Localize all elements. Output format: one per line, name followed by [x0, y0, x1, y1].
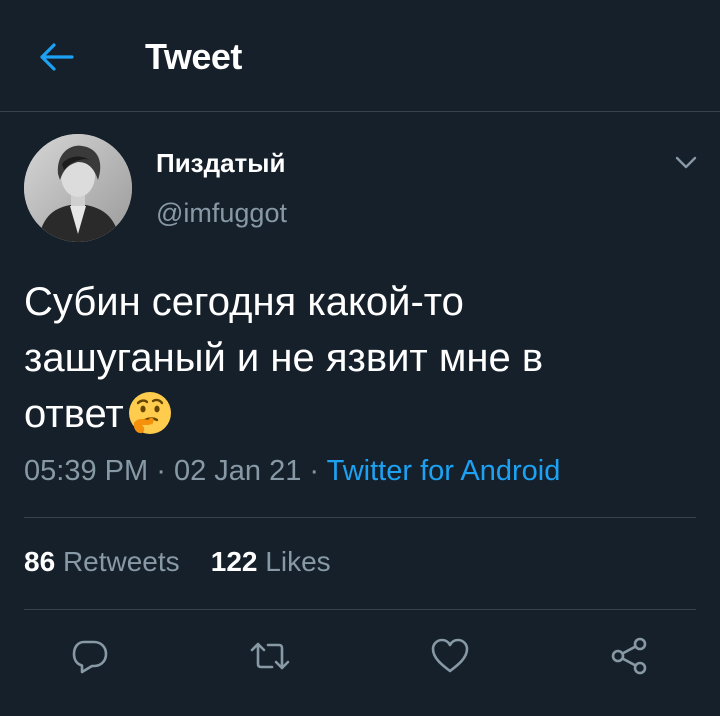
meta-separator-2: ·: [309, 455, 320, 487]
reply-button[interactable]: [64, 630, 116, 682]
meta-separator-1: ·: [156, 455, 166, 487]
tweet-meta: 05:39 PM · 02 Jan 21 · Twitter for Andro…: [24, 455, 560, 488]
tweet-text-content: Субин сегодня какой-то зашуганый и не яз…: [24, 280, 544, 436]
likes-count: 122: [210, 546, 258, 577]
retweet-icon: [250, 642, 290, 670]
tweet-source-link[interactable]: Twitter for Android: [327, 455, 561, 487]
likes-label: Likes: [265, 546, 331, 577]
likes-stat[interactable]: 122 Likes: [211, 546, 331, 577]
arrow-left-icon: [40, 43, 74, 71]
page-title: Tweet: [145, 36, 242, 77]
tweet-time: 05:39 PM: [24, 455, 149, 487]
author-username[interactable]: @imfuggot: [156, 198, 287, 229]
avatar-photo: [24, 134, 132, 242]
author-display-name[interactable]: Пиздатый: [156, 148, 285, 179]
divider: [24, 517, 696, 518]
retweet-button[interactable]: [244, 630, 296, 682]
chevron-down-icon: [675, 156, 697, 169]
back-button[interactable]: [30, 34, 82, 80]
tweet-options-button[interactable]: [668, 148, 704, 178]
share-button[interactable]: [604, 630, 656, 682]
avatar[interactable]: [24, 134, 132, 242]
top-bar: Tweet: [0, 0, 720, 112]
retweets-stat[interactable]: 86 Retweets: [24, 546, 180, 577]
divider: [24, 609, 696, 610]
tweet-stats: 86 Retweets 122 Likes: [24, 546, 331, 578]
reply-icon: [72, 640, 108, 674]
tweet-text: Субин сегодня какой-то зашуганый и не яз…: [24, 274, 694, 442]
like-icon: [431, 638, 469, 673]
thinking-face-emoji: [128, 392, 171, 434]
like-button[interactable]: [424, 630, 476, 682]
share-icon: [611, 637, 647, 675]
retweets-label: Retweets: [62, 546, 180, 577]
tweet-detail-screen: Tweet Пиздатый @imfuggot Субин сегодня к…: [0, 0, 720, 716]
tweet-date: 02 Jan 21: [173, 455, 302, 487]
retweets-count: 86: [24, 546, 56, 577]
